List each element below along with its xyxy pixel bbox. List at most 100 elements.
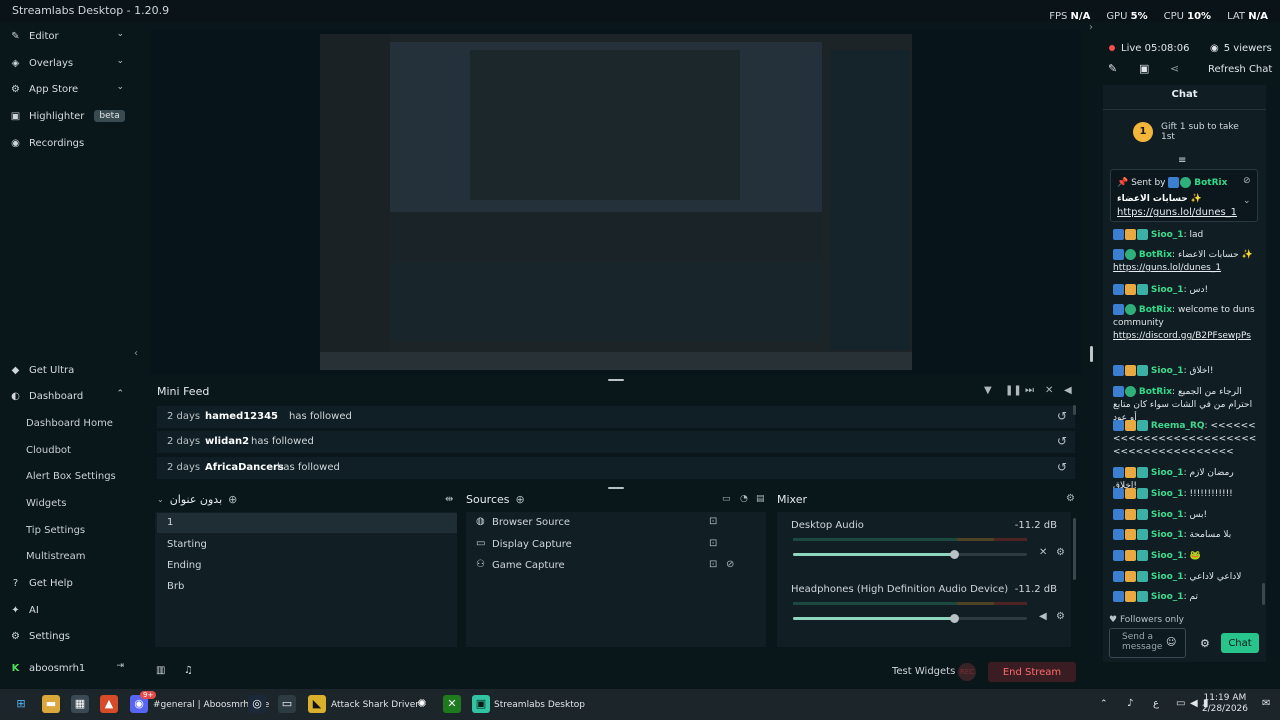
feed-scrollbar[interactable] (1073, 405, 1076, 415)
stream-preview[interactable] (320, 34, 912, 370)
clock[interactable]: 11:19 AM 2/28/2026 (1202, 693, 1248, 715)
volume-knob[interactable] (950, 614, 960, 623)
mixer-scrollbar[interactable] (1073, 518, 1076, 580)
chat-user[interactable]: BotRix (1139, 250, 1172, 260)
volume-knob[interactable] (950, 550, 960, 559)
nav-cloudbot[interactable]: Cloudbot (26, 445, 71, 456)
nav-user[interactable]: Kaboosmrh1 ⇥ (10, 658, 130, 678)
expand-chevron-icon[interactable]: ⌄ (1243, 196, 1251, 206)
nav-recordings[interactable]: ◉ Recordings (10, 133, 130, 153)
mixer-gear-icon[interactable]: ⚙ (1066, 493, 1075, 504)
scene-collection-title[interactable]: بدون عنوان (170, 493, 222, 506)
taskbar-app-streamlabs[interactable]: Streamlabs Desktop (494, 695, 585, 715)
chat-send-button[interactable]: Chat (1221, 633, 1259, 653)
chat-user[interactable]: BotRix (1139, 305, 1172, 315)
unpin-icon[interactable]: ⊘ (1243, 176, 1251, 186)
file-explorer-icon[interactable]: ▬ (42, 695, 60, 713)
group-icon[interactable]: ▭ (722, 494, 731, 504)
microphone-icon[interactable]: ♪ (1127, 698, 1133, 709)
store-icon[interactable]: ▦ (71, 695, 89, 713)
nav-dashboard[interactable]: ◐ Dashboard ⌃ (10, 386, 130, 406)
speaker-icon[interactable]: ◀ (1039, 611, 1047, 622)
chat-user[interactable]: Sioo_1 (1151, 468, 1184, 478)
source-item[interactable]: ⚇ Game Capture ⊡ ⊘ (476, 557, 771, 575)
brave-icon[interactable]: ▲ (100, 695, 118, 713)
dashboard-icon[interactable]: ▣ (1139, 62, 1149, 75)
volume-icon[interactable]: ◀ (1064, 385, 1072, 396)
chat-user[interactable]: Sioo_1 (1151, 572, 1184, 582)
add-scene-icon[interactable]: ⊕ (228, 493, 237, 506)
nav-overlays[interactable]: ◈ Overlays ⌄ (10, 53, 130, 73)
chat-user[interactable]: Sioo_1 (1151, 551, 1184, 561)
pinned-link[interactable]: https://guns.lol/dunes_1 (1117, 207, 1237, 218)
chat-scrollbar[interactable] (1262, 583, 1265, 605)
attack-shark-icon[interactable]: ◣ (308, 695, 326, 713)
nav-dashboard-home[interactable]: Dashboard Home (26, 418, 113, 429)
scene-item[interactable]: Ending (157, 556, 457, 576)
scene-item[interactable]: Starting (157, 535, 457, 555)
chat-user[interactable]: Sioo_1 (1151, 285, 1184, 295)
chat-user[interactable]: Sioo_1 (1151, 530, 1184, 540)
nav-tip-settings[interactable]: Tip Settings (26, 525, 85, 536)
eye-hidden-icon[interactable]: ⊘ (726, 559, 734, 570)
emoji-icon[interactable]: ☺ (1166, 637, 1176, 648)
spider-icon[interactable]: ✺ (413, 695, 431, 713)
chat-user[interactable]: Sioo_1 (1151, 230, 1184, 240)
chat-settings-gear-icon[interactable]: ⚙ (1200, 637, 1210, 650)
nav-editor[interactable]: ✎ Editor ⌄ (10, 26, 130, 46)
chat-user[interactable]: Sioo_1 (1151, 366, 1184, 376)
replay-icon[interactable]: ↺ (1057, 434, 1067, 448)
preview-scrollbar[interactable] (1090, 346, 1093, 362)
end-stream-button[interactable]: End Stream (988, 662, 1076, 682)
add-source-icon[interactable]: ⊕ (516, 493, 525, 506)
app-icon[interactable]: ▭ (278, 695, 296, 713)
nav-get-ultra[interactable]: ◆ Get Ultra (10, 360, 130, 380)
scene-item[interactable]: Brb (157, 577, 457, 597)
chart-icon[interactable]: ▥ (156, 665, 165, 676)
notification-icon[interactable]: ✉ (1262, 698, 1270, 709)
share-icon[interactable]: ⋖ (1170, 62, 1179, 75)
replay-icon[interactable]: ↺ (1057, 460, 1067, 474)
filter-icon[interactable]: ▼ (984, 385, 992, 396)
record-button[interactable]: REC (958, 663, 976, 681)
nav-ai[interactable]: ✦ AI (10, 600, 130, 620)
nav-settings[interactable]: ⚙ Settings (10, 626, 130, 646)
chat-user[interactable]: Sioo_1 (1151, 510, 1184, 520)
nav-app-store[interactable]: ⚙ App Store ⌄ (10, 79, 130, 99)
pause-icon[interactable]: ❚❚ (1005, 385, 1022, 396)
nav-highlighter[interactable]: ▣ Highlighter beta (10, 106, 130, 126)
taskbar-app-attack-shark[interactable]: Attack Shark Driver (331, 695, 419, 715)
language-indicator[interactable]: ع (1153, 698, 1159, 709)
studio-icon[interactable]: ◔ (740, 494, 748, 504)
channel-gear-icon[interactable]: ⚙ (1056, 611, 1065, 622)
windows-start-icon[interactable]: ⊞ (12, 695, 30, 713)
chat-link[interactable]: https://guns.lol/dunes_1 (1113, 263, 1221, 273)
chat-link[interactable]: https://discord.gg/B2PFsewpPs (1113, 331, 1251, 341)
lock-icon[interactable]: ⊡ (709, 538, 717, 549)
channel-gear-icon[interactable]: ⚙ (1056, 547, 1065, 558)
chevron-down-icon[interactable]: ⌄ (157, 495, 164, 504)
volume-icon[interactable]: ◀ (1190, 698, 1198, 709)
chat-user[interactable]: Sioo_1 (1151, 489, 1184, 499)
source-item[interactable]: ▭ Display Capture ⊡ (476, 536, 771, 554)
volume-slider[interactable] (793, 550, 1027, 559)
resize-handle[interactable] (608, 487, 624, 489)
lock-icon[interactable]: ⊡ (709, 516, 717, 527)
collapse-arrow-icon[interactable]: ‹ (134, 348, 138, 359)
transition-icon[interactable]: ⇹ (445, 494, 453, 505)
filter-lines-icon[interactable]: ≡ (1178, 155, 1186, 166)
source-item[interactable]: ◍ Browser Source ⊡ (476, 514, 771, 532)
steam-icon[interactable]: ◎ (248, 695, 266, 713)
edit-icon[interactable]: ✎ (1108, 62, 1117, 75)
test-widgets-button[interactable]: Test Widgets (892, 666, 955, 677)
lock-icon[interactable]: ⊡ (709, 559, 717, 570)
bell-icon[interactable]: ♫ (184, 665, 193, 676)
muted-speaker-icon[interactable]: ✕ (1039, 547, 1047, 558)
chat-user[interactable]: BotRix (1139, 387, 1172, 397)
xbox-icon[interactable]: ✕ (443, 695, 461, 713)
network-icon[interactable]: ▭ (1176, 698, 1185, 709)
refresh-chat-button[interactable]: Refresh Chat (1208, 64, 1272, 75)
nav-widgets[interactable]: Widgets (26, 498, 66, 509)
streamlabs-icon[interactable]: ▣ (472, 695, 490, 713)
chat-user[interactable]: Reema_RQ (1151, 421, 1205, 431)
